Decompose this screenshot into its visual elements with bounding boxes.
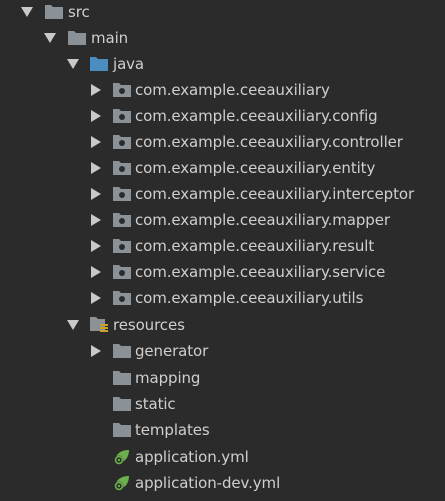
tree-item-label: mapping <box>135 369 201 387</box>
resources-folder-icon <box>89 316 109 334</box>
package-icon <box>112 133 132 151</box>
project-tree: src main java com.example.ceeauxiliary c… <box>0 0 445 501</box>
tree-item-label: com.example.ceeauxiliary.utils <box>135 289 364 307</box>
package-icon <box>112 237 132 255</box>
tree-item-package[interactable]: com.example.ceeauxiliary.controller <box>0 130 445 154</box>
chevron-right-icon[interactable] <box>90 214 102 226</box>
tree-item-label: src <box>68 3 90 21</box>
tree-item-label: application-dev.yml <box>135 474 281 492</box>
tree-item-package[interactable]: com.example.ceeauxiliary.entity <box>0 156 445 180</box>
tree-item-java[interactable]: java <box>0 52 445 76</box>
chevron-right-icon[interactable] <box>90 110 102 122</box>
tree-item-generator[interactable]: generator <box>0 339 445 363</box>
folder-icon <box>112 395 132 413</box>
folder-icon <box>44 3 64 21</box>
chevron-right-icon[interactable] <box>90 84 102 96</box>
tree-item-mapping[interactable]: mapping <box>0 366 445 390</box>
tree-item-templates[interactable]: templates <box>0 418 445 442</box>
tree-item-package[interactable]: com.example.ceeauxiliary.result <box>0 234 445 258</box>
tree-item-static[interactable]: static <box>0 392 445 416</box>
chevron-right-icon[interactable] <box>90 188 102 200</box>
tree-item-label: resources <box>113 316 185 334</box>
chevron-right-icon[interactable] <box>90 240 102 252</box>
tree-item-label: main <box>91 29 129 47</box>
tree-item-label: com.example.ceeauxiliary <box>135 81 330 99</box>
tree-item-label: com.example.ceeauxiliary.controller <box>135 133 403 151</box>
package-icon <box>112 211 132 229</box>
tree-item-package[interactable]: com.example.ceeauxiliary.interceptor <box>0 182 445 206</box>
tree-item-label: templates <box>135 421 210 439</box>
chevron-down-icon[interactable] <box>44 32 56 44</box>
chevron-down-icon[interactable] <box>67 58 79 70</box>
folder-icon <box>112 369 132 387</box>
folder-icon <box>112 421 132 439</box>
tree-item-label: static <box>135 395 176 413</box>
chevron-right-icon[interactable] <box>90 292 102 304</box>
package-icon <box>112 107 132 125</box>
folder-icon <box>67 29 87 47</box>
tree-item-label: com.example.ceeauxiliary.result <box>135 237 375 255</box>
package-icon <box>112 263 132 281</box>
tree-item-src[interactable]: src <box>0 0 445 24</box>
chevron-right-icon[interactable] <box>90 162 102 174</box>
tree-item-label: com.example.ceeauxiliary.entity <box>135 159 376 177</box>
tree-item-label: com.example.ceeauxiliary.config <box>135 107 378 125</box>
chevron-down-icon[interactable] <box>67 319 79 331</box>
chevron-right-icon[interactable] <box>90 136 102 148</box>
tree-item-package[interactable]: com.example.ceeauxiliary.config <box>0 104 445 128</box>
tree-item-package[interactable]: com.example.ceeauxiliary.service <box>0 260 445 284</box>
package-icon <box>112 81 132 99</box>
tree-item-application-yml[interactable]: application.yml <box>0 445 445 469</box>
source-folder-icon <box>89 55 109 73</box>
package-icon <box>112 289 132 307</box>
tree-item-label: com.example.ceeauxiliary.interceptor <box>135 185 415 203</box>
tree-item-package[interactable]: com.example.ceeauxiliary.utils <box>0 286 445 310</box>
package-icon <box>112 185 132 203</box>
spring-leaf-icon <box>112 448 132 466</box>
chevron-down-icon[interactable] <box>21 6 33 18</box>
folder-icon <box>112 342 132 360</box>
package-icon <box>112 159 132 177</box>
tree-item-label: java <box>113 55 145 73</box>
tree-item-label: generator <box>135 342 209 360</box>
tree-item-application-dev-yml[interactable]: application-dev.yml <box>0 471 445 495</box>
tree-item-package[interactable]: com.example.ceeauxiliary.mapper <box>0 208 445 232</box>
tree-item-resources[interactable]: resources <box>0 313 445 337</box>
tree-item-label: com.example.ceeauxiliary.mapper <box>135 211 390 229</box>
tree-item-package[interactable]: com.example.ceeauxiliary <box>0 78 445 102</box>
tree-item-label: com.example.ceeauxiliary.service <box>135 263 386 281</box>
tree-item-label: application.yml <box>135 448 249 466</box>
chevron-right-icon[interactable] <box>90 266 102 278</box>
chevron-right-icon[interactable] <box>90 345 102 357</box>
spring-leaf-icon <box>112 474 132 492</box>
tree-item-main[interactable]: main <box>0 26 445 50</box>
